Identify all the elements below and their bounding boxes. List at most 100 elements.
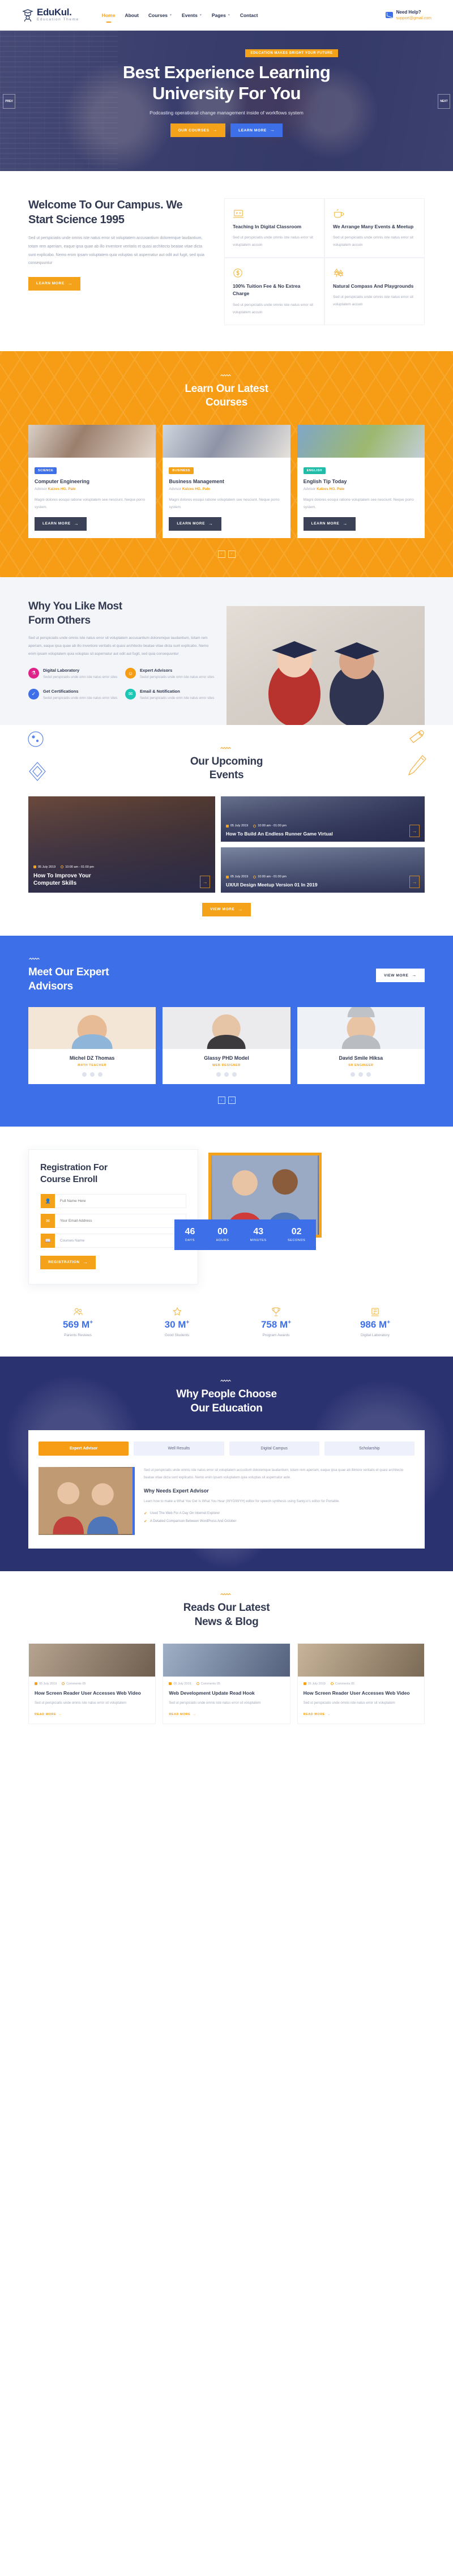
site-header: EduKul. Education Theme Home About Cours… [0,0,453,31]
event-card[interactable]: → 05 July 2019 10:00 am - 01:00 pm How T… [221,796,425,842]
arrow-right-icon: → [270,127,275,133]
course-title: Business Management [169,478,224,484]
courses-section: Learn Our Latest Courses SCIENCE Computer… [0,351,453,577]
nav-item-events[interactable]: Events ▼ [182,12,202,18]
linkedin-icon[interactable] [97,1072,102,1077]
blog-readmore-link[interactable]: READ MORE → [304,1713,418,1716]
advisors-prev-button[interactable]: ‹ [217,1097,225,1104]
hero-prev-button[interactable]: PREV [3,94,15,109]
registration-submit-button[interactable]: REGISTRATION → [40,1255,96,1269]
course-card[interactable]: SCIENCE Computer Engineering Advisor Kal… [28,424,156,538]
nav-item-about[interactable]: About [125,12,139,18]
feature-card[interactable]: Teaching In Digital Classroom Sed ut per… [224,198,324,258]
linkedin-icon[interactable] [366,1072,371,1077]
courses-heading: Learn Our Latest Courses [185,382,268,409]
main-nav[interactable]: Home About Courses ▼ Events ▼ Pages ▼ Conta… [102,12,258,18]
feature-card[interactable]: Natural Compass And Playgrounds Sed ut p… [324,258,425,325]
need-help[interactable]: Need Help? support@gmail.com [385,10,431,21]
user-icon: 👤 [41,1193,55,1208]
hero-next-button[interactable]: NEXT [438,94,450,109]
arrow-right-icon[interactable]: → [200,875,210,888]
arrow-right-icon[interactable]: → [409,875,420,888]
facebook-icon[interactable] [82,1072,87,1077]
course-thumbnail [297,424,425,458]
blog-card[interactable]: 05 July 2019 Comments 05 How Screen Reade… [297,1643,425,1725]
why-like-section: Why You Like Most Form Others Sed ut pers… [0,577,453,725]
fullname-input[interactable] [55,1194,186,1208]
nav-item-contact[interactable]: Contact [240,12,258,18]
nav-item-pages[interactable]: Pages ▼ [212,12,230,18]
event-card[interactable]: → 05 July 2019 10:00 am - 01:00 pm UX/UI… [221,847,425,893]
event-title: How To Improve Your Computer Skills [33,872,91,887]
blog-list: 05 July 2019 Comments 05 How Screen Reade… [28,1643,425,1725]
twitter-icon[interactable] [358,1072,364,1077]
advisor-role: WEB DESIGNER [212,1064,241,1068]
blog-card[interactable]: 05 July 2019 Comments 05 Web Development … [163,1643,290,1725]
courses-next-button[interactable]: › [228,550,236,558]
dollar-circle-icon [233,267,316,278]
blog-comments: Comments 05 [196,1682,220,1686]
avatar [297,1007,425,1050]
social-links[interactable] [28,1072,156,1077]
courses-prev-button[interactable]: ‹ [217,550,225,558]
globe-icon [28,731,44,747]
email-input[interactable] [55,1214,186,1227]
course-card[interactable]: BUSINESS Business Management Advisor Kal… [163,424,290,538]
countdown-seconds: 02 SECONDS [287,1227,306,1243]
feature-card[interactable]: 100% Tuition Fee & No Extrea Charge Sed … [224,258,324,325]
blog-readmore-link[interactable]: READ MORE → [35,1713,149,1716]
welcome-paragraph: Sed ut perspiciatis unde omnis iste natu… [28,236,204,266]
logo-name: EduKul. [37,7,72,18]
whylike-feature[interactable]: ☺ Expert Advisors Sedut perspiciatis unde… [125,668,215,681]
blog-title: Web Development Update Read Hook [169,1690,255,1696]
course-card[interactable]: ENGLISH English Tip Today Advisor Kalzes… [297,424,425,538]
registration-title: Registration For Course Enroll [40,1163,108,1185]
course-select-row[interactable]: 📖 Courses Name⌄ [40,1233,186,1248]
feature-text: Sedut perspiciatis unde omn iste natus e… [140,696,215,700]
feature-text: Sed ut perspiciatis unde omnis iste natu… [333,236,413,248]
feature-card[interactable]: We Arrange Many Events & Meetup Sed ut p… [324,198,425,258]
social-links[interactable] [163,1072,290,1077]
fullname-field-row[interactable]: 👤 [40,1193,186,1208]
whylike-feature[interactable]: ✉ Email & Notification Sedut perspiciatis… [125,688,215,702]
events-viewmore-button[interactable]: VIEW MORE → [202,902,251,916]
stat-item: 30 M+ Good Students [127,1307,226,1337]
nav-item-home[interactable]: Home [102,12,116,18]
advisor-card[interactable]: Glassy PHD Model WEB DESIGNER [163,1007,290,1085]
advisor-card[interactable]: David Smile Hiksa SR ENGINEER [297,1007,425,1085]
advisor-card[interactable]: Michel DZ Thomas MATH TEACHER [28,1007,156,1085]
hero-courses-button[interactable]: OUR COURSES → [170,123,226,138]
welcome-learnmore-button[interactable]: LEARN MORE → [28,276,81,291]
blog-readmore-link[interactable]: READ MORE → [169,1713,284,1716]
tab-digital-campus[interactable]: Digital Campus [229,1441,319,1456]
whylike-feature[interactable]: ✓ Get Certifications Sedut perspiciatis u… [28,688,118,702]
event-card-featured[interactable]: → 05 July 2019 10:00 am - 01:00 pm How T… [28,796,215,893]
logo[interactable]: EduKul. Education Theme [22,7,79,23]
tab-expert-advisor[interactable]: Expert Advisor [39,1441,129,1456]
blog-card[interactable]: 05 July 2019 Comments 05 How Screen Reade… [28,1643,156,1725]
advisors-section: Meet Our Expert Advisors VIEW MORE → Miche… [0,935,453,1127]
facebook-icon[interactable] [216,1072,221,1077]
social-links[interactable] [297,1072,425,1077]
facebook-icon[interactable] [351,1072,356,1077]
email-field-row[interactable]: ✉ [40,1213,186,1228]
hero-learnmore-button[interactable]: LEARN MORE → [230,123,283,138]
course-select[interactable]: Courses Name⌄ [55,1234,186,1247]
course-learnmore-button[interactable]: LEARN MORE → [303,517,356,531]
arrow-right-icon[interactable]: → [409,824,420,837]
certificate-icon: ✓ [28,688,39,700]
linkedin-icon[interactable] [232,1072,237,1077]
whylike-feature[interactable]: ⚗ Digital Laboratory Sedut perspiciatis u… [28,668,118,681]
course-learnmore-button[interactable]: LEARN MORE → [35,517,87,531]
tab-well-results[interactable]: Well Results [134,1441,224,1456]
twitter-icon[interactable] [89,1072,95,1077]
course-learnmore-button[interactable]: LEARN MORE → [169,517,221,531]
advisors-next-button[interactable]: › [228,1097,236,1104]
tab-scholarship[interactable]: Scholarship [324,1441,414,1456]
nav-item-courses[interactable]: Courses ▼ [148,12,172,18]
help-email[interactable]: support@gmail.com [396,16,431,21]
choose-tabs[interactable]: Expert Advisor Well Results Digital Camp… [39,1441,414,1456]
advisors-viewmore-button[interactable]: VIEW MORE → [376,969,425,983]
avatar [163,1007,290,1050]
twitter-icon[interactable] [224,1072,229,1077]
